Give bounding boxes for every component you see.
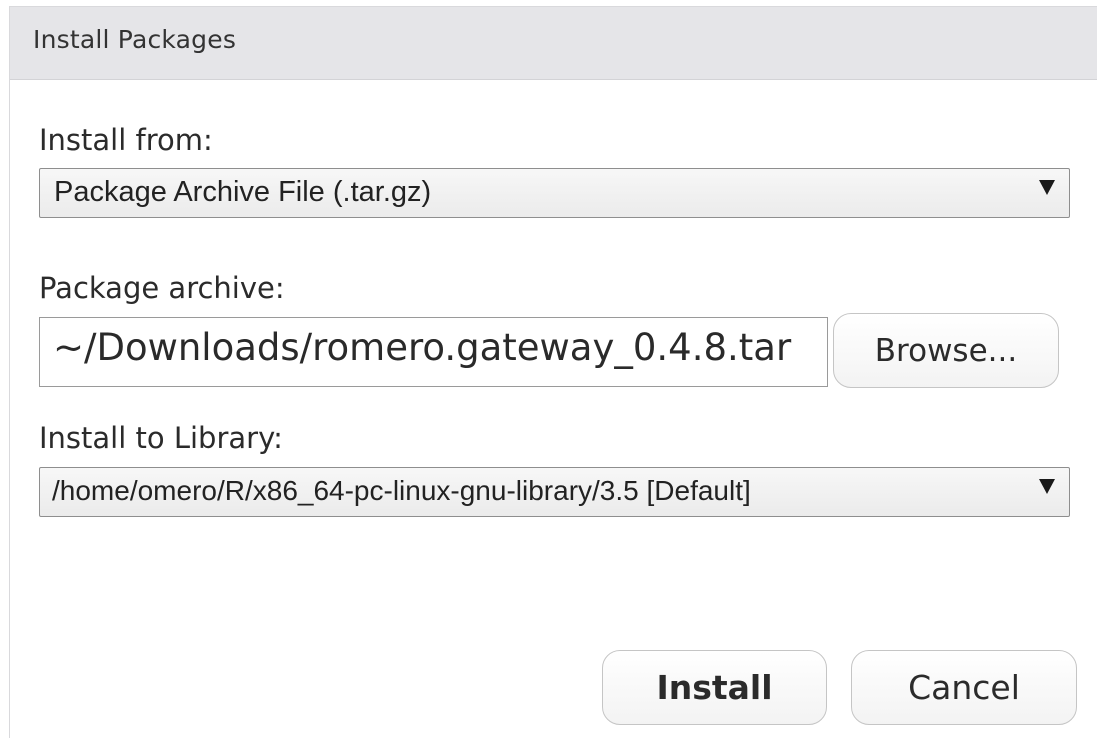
- install-from-value: Package Archive File (.tar.gz): [54, 176, 432, 208]
- install-packages-dialog: Install Packages Install from: Package A…: [9, 6, 1097, 738]
- cancel-button[interactable]: Cancel: [851, 650, 1077, 725]
- browse-button[interactable]: Browse...: [833, 313, 1059, 388]
- chevron-down-icon: [1039, 479, 1055, 494]
- install-from-label: Install from:: [39, 123, 213, 157]
- package-archive-value: ~/Downloads/romero.gateway_0.4.8.tar: [53, 326, 792, 369]
- dialog-title: Install Packages: [33, 25, 237, 54]
- install-to-library-select[interactable]: /home/omero/R/x86_64-pc-linux-gnu-librar…: [39, 467, 1070, 517]
- install-to-library-value: /home/omero/R/x86_64-pc-linux-gnu-librar…: [52, 475, 751, 506]
- dialog-titlebar: Install Packages: [10, 7, 1097, 80]
- chevron-down-icon: [1039, 180, 1055, 195]
- package-archive-input[interactable]: ~/Downloads/romero.gateway_0.4.8.tar: [39, 317, 828, 387]
- package-archive-label: Package archive:: [39, 271, 285, 305]
- install-button[interactable]: Install: [602, 650, 827, 725]
- install-to-library-label: Install to Library:: [39, 421, 283, 455]
- install-from-select[interactable]: Package Archive File (.tar.gz): [39, 168, 1070, 218]
